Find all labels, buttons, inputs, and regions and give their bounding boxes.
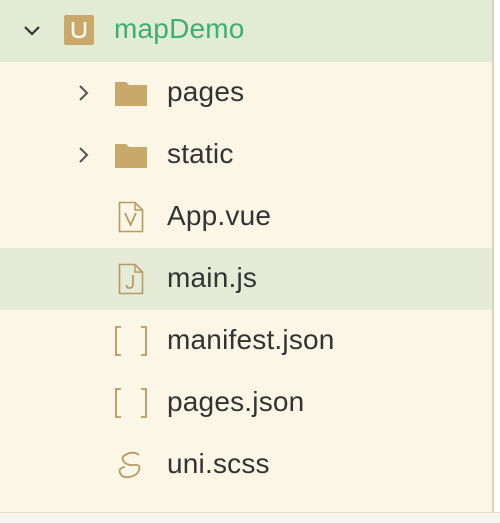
- tree-file-label: pages.json: [167, 386, 305, 417]
- json-file-icon: [114, 387, 148, 419]
- json-file-icon: [114, 325, 148, 357]
- folder-icon: [114, 141, 148, 169]
- tree-folder-pages[interactable]: pages: [0, 62, 492, 124]
- tree-file-uni-scss[interactable]: uni.scss: [0, 434, 492, 496]
- chevron-down-icon[interactable]: [22, 21, 42, 41]
- panel-bottom-edge: [0, 512, 500, 523]
- tree-folder-static[interactable]: static: [0, 124, 492, 186]
- tree-file-app-vue[interactable]: App.vue: [0, 186, 492, 248]
- tree-file-label: main.js: [167, 262, 258, 293]
- tree-file-pages-json[interactable]: pages.json: [0, 372, 492, 434]
- tree-folder-label: pages: [167, 76, 245, 107]
- folder-icon: [114, 79, 148, 107]
- vue-file-icon: [118, 201, 144, 233]
- chevron-right-icon[interactable]: [74, 83, 94, 103]
- chevron-right-icon[interactable]: [74, 145, 94, 165]
- tree-file-label: uni.scss: [167, 448, 270, 479]
- tree-root-label: mapDemo: [114, 13, 245, 44]
- tree-file-manifest-json[interactable]: manifest.json: [0, 310, 492, 372]
- tree-file-label: App.vue: [167, 200, 272, 231]
- tree-file-main-js[interactable]: main.js: [0, 248, 492, 310]
- project-explorer-panel: mapDemo pages static App.vue main.js man…: [0, 0, 494, 512]
- tree-root-mapdemo[interactable]: mapDemo: [0, 0, 492, 62]
- tree-file-label: manifest.json: [167, 324, 335, 355]
- scss-file-icon: [114, 448, 148, 482]
- js-file-icon: [118, 263, 144, 295]
- uniapp-project-icon: [63, 14, 95, 46]
- tree-folder-label: static: [167, 138, 234, 169]
